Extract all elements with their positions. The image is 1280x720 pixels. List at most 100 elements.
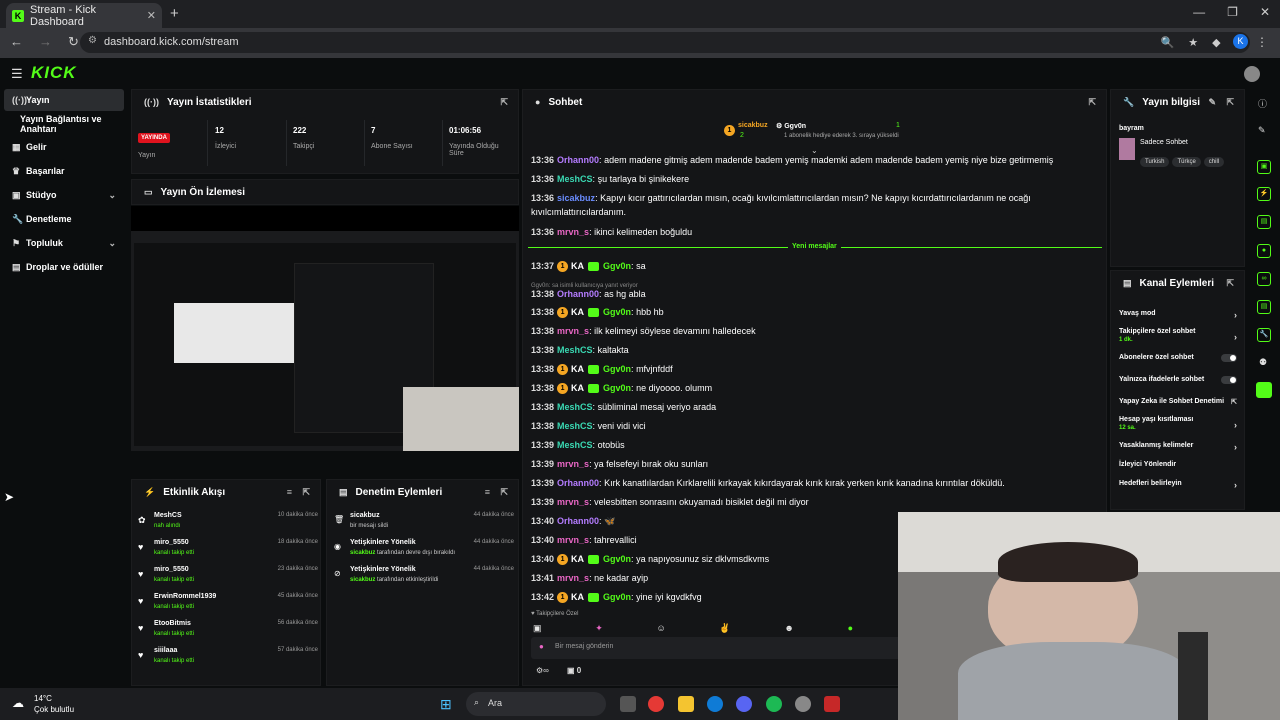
hamburger-menu-icon[interactable]: ☰ [11, 66, 23, 82]
info-icon[interactable]: ⓘ [1258, 97, 1267, 110]
chat-username[interactable]: Ggv0n [603, 383, 631, 393]
maximize-icon[interactable]: ❐ [1227, 5, 1238, 19]
chat-username[interactable]: MeshCS [557, 440, 593, 450]
url-input[interactable]: ⚙ dashboard.kick.com/stream [80, 32, 1250, 53]
sidebar-item-basarilar[interactable]: ♛ Başarılar [4, 160, 124, 182]
chat-timestamp: 13:40 [531, 535, 555, 545]
chat-username[interactable]: Orhann00 [557, 516, 599, 526]
sidebar-item-stream-key[interactable]: Yayın Bağlantısı ve Anahtarı [4, 113, 128, 135]
popout-icon[interactable]: ⇱ [302, 487, 310, 498]
chat-input-placeholder: Bir mesaj gönderin [555, 643, 614, 650]
emote-icon[interactable]: ● [848, 623, 853, 635]
chat-username[interactable]: mrvn_s [557, 535, 589, 545]
link-icon[interactable]: ∞ [1257, 272, 1271, 286]
minimize-icon[interactable]: — [1193, 5, 1205, 19]
wrench-icon[interactable]: 🔧 [1257, 328, 1271, 342]
close-window-icon[interactable]: ✕ [1260, 5, 1270, 19]
action-slow-mode[interactable]: Yavaş mod › [1119, 310, 1237, 320]
profile-avatar[interactable]: K [1233, 34, 1248, 49]
popout-icon[interactable]: ⇱ [500, 97, 508, 108]
chat-username[interactable]: MeshCS [557, 421, 593, 431]
action-raid[interactable]: İzleyici Yönlendir [1119, 461, 1237, 468]
toggle-switch[interactable] [1221, 376, 1237, 384]
action-ai-moderation[interactable]: Yapay Zeka ile Sohbet Denetimi ⇱ [1119, 398, 1237, 406]
reload-icon[interactable]: ↻ [68, 34, 79, 50]
emote-icon[interactable]: ▣ [533, 623, 542, 635]
chat-username[interactable]: mrvn_s [557, 459, 589, 469]
sidebar-item-denetleme[interactable]: 🔧 Denetleme [4, 208, 124, 230]
browser-menu-icon[interactable]: ⋮ [1256, 35, 1268, 49]
popout-icon[interactable]: ⇱ [1088, 97, 1096, 108]
toggle-switch[interactable] [1221, 354, 1237, 362]
lightning-icon[interactable]: ⚡ [1257, 187, 1271, 201]
chat-username[interactable]: MeshCS [557, 174, 593, 184]
edge-icon[interactable] [707, 696, 723, 712]
layers-icon[interactable]: ▤ [1257, 300, 1271, 314]
action-emote-only[interactable]: Yalnızca ifadelerle sohbet [1119, 376, 1237, 384]
sidebar-item-yayin[interactable]: ((·)) Yayın [4, 89, 124, 111]
popout-icon[interactable]: ⇱ [1226, 278, 1234, 289]
action-account-age[interactable]: Hesap yaşı kısıtlaması 12 sa. › [1119, 416, 1237, 431]
new-tab-button[interactable]: + [170, 5, 179, 22]
action-banned-words[interactable]: Yasaklanmış kelimeler › [1119, 442, 1237, 452]
user-avatar[interactable] [1244, 66, 1260, 82]
back-icon[interactable]: ← [10, 34, 23, 50]
chat-settings-icon[interactable]: ⚙∞ [536, 666, 549, 675]
mic-icon[interactable]: ● [539, 642, 544, 651]
chat-username[interactable]: Ggv0n [603, 307, 631, 317]
sidebar-item-topluluk[interactable]: ⚑ Topluluk ⌄ [4, 232, 124, 254]
app-icon[interactable] [1256, 382, 1272, 398]
action-followers-only[interactable]: Takipçilere özel sohbet 1 dk. › [1119, 328, 1237, 343]
chat-username[interactable]: Ggv0n [603, 592, 631, 602]
filter-icon[interactable]: ≡ [485, 487, 490, 497]
windows-start-icon[interactable]: ⊞ [440, 696, 452, 713]
sidebar-item-droplar[interactable]: ▤ Droplar ve ödüller [4, 256, 124, 278]
sidebar-item-gelir[interactable]: ▦ Gelir [4, 136, 124, 158]
emote-icon[interactable]: ✌ [719, 623, 730, 635]
popout-icon[interactable]: ⇱ [500, 487, 508, 498]
chat-icon[interactable]: ● [1257, 244, 1271, 258]
emote-icon[interactable]: ✦ [595, 623, 603, 635]
filter-icon[interactable]: ≡ [287, 487, 292, 497]
file-explorer-icon[interactable] [678, 696, 694, 712]
obs-icon[interactable] [795, 696, 811, 712]
sidebar-item-studyo[interactable]: ▣ Stüdyo ⌄ [4, 184, 124, 206]
chat-username[interactable]: Ggv0n [603, 554, 631, 564]
chat-username[interactable]: Orhann00 [557, 155, 599, 165]
users-icon[interactable]: ⚉ [1259, 357, 1267, 368]
layout-icon[interactable]: ▣ [1257, 160, 1271, 174]
emote-icon[interactable]: ☺ [657, 623, 666, 635]
action-subs-only[interactable]: Abonelere özel sohbet [1119, 354, 1237, 362]
emote-icon[interactable]: ☻ [784, 623, 793, 635]
site-info-icon[interactable]: ⚙ [88, 35, 97, 46]
forward-icon[interactable]: → [39, 34, 52, 50]
browser-tab[interactable]: K Stream - Kick Dashboard ✕ [6, 3, 162, 28]
spotify-icon[interactable] [766, 696, 782, 712]
action-goals[interactable]: Hedefleri belirleyin › [1119, 480, 1237, 490]
chat-username[interactable]: sicakbuz [557, 193, 595, 203]
clipboard-icon[interactable]: ▤ [1257, 215, 1271, 229]
chat-username[interactable]: Orhann00 [557, 478, 599, 488]
chat-username[interactable]: MeshCS [557, 402, 593, 412]
chat-username[interactable]: Ggv0n [603, 261, 631, 271]
edit-icon[interactable]: ✎ [1208, 97, 1216, 108]
chat-username[interactable]: mrvn_s [557, 326, 589, 336]
app-icon[interactable] [824, 696, 840, 712]
pen-icon[interactable]: ✎ [1258, 125, 1266, 136]
chat-username[interactable]: mrvn_s [557, 227, 589, 237]
kick-logo[interactable]: KICK [31, 63, 77, 83]
extension-icon[interactable]: ◆ [1212, 36, 1220, 49]
taskview-icon[interactable] [620, 696, 636, 712]
taskbar-search[interactable]: ⌕ Ara [466, 692, 606, 716]
popout-icon[interactable]: ⇱ [1226, 97, 1234, 108]
chrome-icon[interactable] [648, 696, 664, 712]
chat-username[interactable]: Ggv0n [603, 364, 631, 374]
chat-username[interactable]: MeshCS [557, 345, 593, 355]
close-tab-icon[interactable]: ✕ [147, 9, 156, 22]
chat-username[interactable]: mrvn_s [557, 573, 589, 583]
discord-icon[interactable] [736, 696, 752, 712]
chat-message: 13:39 mrvn_s: ya felsefeyi bırak oku sunl… [531, 457, 1091, 471]
chat-username[interactable]: mrvn_s [557, 497, 589, 507]
bookmark-star-icon[interactable]: ★ [1188, 36, 1198, 49]
zoom-icon[interactable]: 🔍 [1161, 36, 1175, 49]
